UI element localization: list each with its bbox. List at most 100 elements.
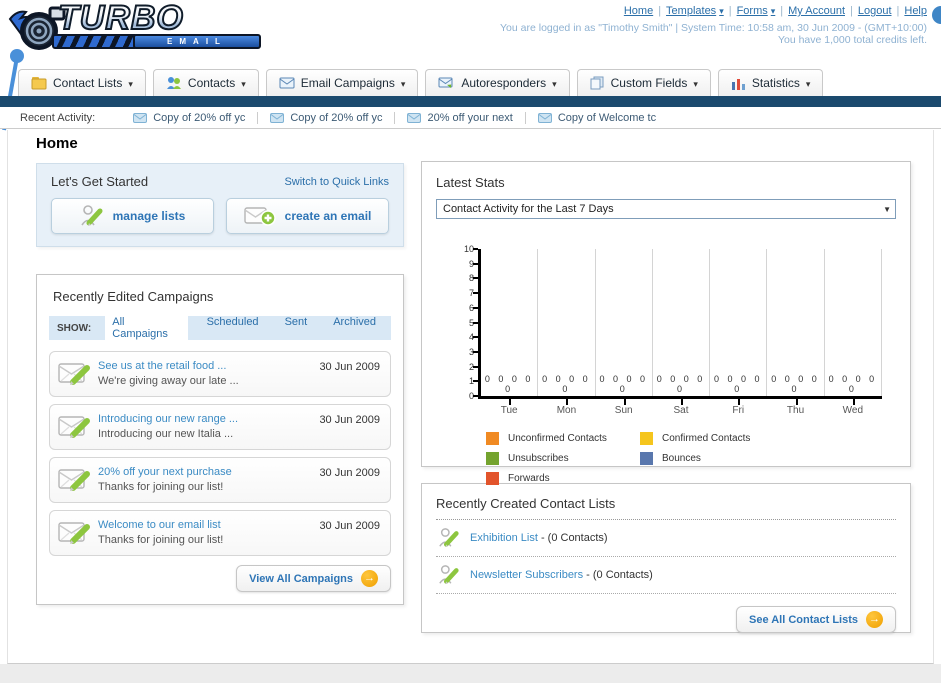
chart-plot: 0 0 0 0 0 Tue 0 0 0 0 0 Mon 0 0 0 0 0 Sun 0 0 … [481,249,882,416]
main-content: Home Let's Get Started Switch to Quick L… [7,130,934,664]
chevron-down-icon [693,76,698,90]
top-link-forms[interactable]: Forms [737,5,776,17]
tab-statistics[interactable]: Statistics [717,69,824,96]
chart-day-group: 0 0 0 0 0 Sun [596,249,653,416]
y-tick-label: 8 [468,273,474,284]
campaign-card[interactable]: Welcome to our email list Thanks for joi… [49,510,391,556]
person-pencil-icon [439,528,459,548]
y-tick-mark [473,350,478,353]
campaign-filter[interactable]: Scheduled [200,313,266,343]
y-tick-label: 7 [468,288,474,299]
campaign-card[interactable]: 20% off your next purchase Thanks for jo… [49,457,391,503]
y-tick-mark [473,380,478,383]
chart-legend: Unconfirmed Contacts Confirmed Contacts Un… [486,432,896,485]
envelope-pencil-icon [58,465,98,496]
latest-stats-panel: Latest Stats Contact Activity for the La… [421,161,911,485]
tab-contacts[interactable]: Contacts [152,69,259,96]
legend-swatch [640,432,653,445]
envelope-icon [407,112,422,123]
envelope-pencil-icon [58,359,98,390]
top-link-help[interactable]: Help [904,5,927,17]
recent-activity-item[interactable]: Copy of 20% off yc [121,112,257,124]
main-nav: Contact Lists Contacts Email Campaigns A… [18,69,941,96]
chart-day-group: 0 0 0 0 0 Tue [481,249,539,416]
legend-swatch [486,452,499,465]
view-all-campaigns-button[interactable]: View All Campaigns → [236,565,391,592]
campaign-title-link[interactable]: Welcome to our email list [98,519,221,531]
campaign-subtitle: Thanks for joining our list! [98,534,224,546]
switch-quick-links[interactable]: Switch to Quick Links [284,176,389,188]
bar-chart-icon [731,78,745,90]
help-bubble-icon[interactable] [932,6,941,24]
contact-list-item[interactable]: Exhibition List - (0 Contacts) [436,520,896,557]
y-tick-mark [473,248,478,250]
show-label: SHOW: [57,322,92,334]
contact-list-item[interactable]: Newsletter Subscribers - (0 Contacts) [436,557,896,594]
envelope-icon [279,77,295,89]
contact-list-link[interactable]: Exhibition List [470,532,538,544]
campaign-title-link[interactable]: See us at the retail food ... [98,360,226,372]
campaign-card[interactable]: Introducing our new range ... Introducin… [49,404,391,450]
recent-activity-items: Copy of 20% off yc Copy of 20% off yc 20… [121,111,668,124]
legend-item: Bounces [640,452,794,465]
person-pencil-icon [80,205,103,226]
legend-swatch [486,432,499,445]
x-tick-label: Tue [500,405,518,416]
campaigns-title: Recently Edited Campaigns [53,289,214,304]
campaign-title-link[interactable]: Introducing our new range ... [98,413,238,425]
y-tick-label: 2 [468,361,474,372]
campaign-subtitle: We're giving away our late ... [98,375,239,387]
y-tick-mark [473,262,478,265]
recent-activity-item[interactable]: Copy of Welcome tc [524,111,668,124]
top-nav-links: Home|Templates|Forms|My Account|Logout|H… [624,5,927,17]
contact-list-link[interactable]: Newsletter Subscribers [470,569,583,581]
campaign-subtitle: Introducing our new Italia ... [98,428,234,440]
legend-swatch [640,452,653,465]
top-link-my-account[interactable]: My Account [788,5,845,17]
x-tick-label: Fri [732,405,745,416]
legend-label: Forwards [508,473,550,484]
see-all-contact-lists-button[interactable]: See All Contact Lists → [735,606,896,633]
chevron-down-icon [401,76,406,90]
legend-item: Forwards [486,472,640,485]
bar-value-labels: 0 0 0 0 0 [484,374,534,394]
top-link-templates[interactable]: Templates [666,5,724,17]
bar-value-labels: 0 0 0 0 0 [599,374,648,394]
autoresponder-icon [438,77,453,88]
create-email-button[interactable]: create an email [226,198,389,234]
top-link-home[interactable]: Home [624,5,653,17]
x-tick-label: Thu [786,405,805,416]
bar-value-labels: 0 0 0 0 0 [828,374,878,394]
tab-contact-lists[interactable]: Contact Lists [18,69,146,96]
person-pencil-icon [439,565,459,585]
campaign-filter[interactable]: All Campaigns [105,313,188,343]
page: TURBO EMAIL Home|Templates|Forms|My Acco… [0,0,941,683]
chart-day-group: 0 0 0 0 0 Sat [653,249,711,416]
contact-list-count: - (0 Contacts) [586,569,653,581]
campaign-title-link[interactable]: 20% off your next purchase [98,466,232,478]
campaign-card[interactable]: See us at the retail food ... We're givi… [49,351,391,397]
top-link-logout[interactable]: Logout [858,5,892,17]
tab-custom-fields[interactable]: Custom Fields [576,69,711,96]
latest-stats-title: Latest Stats [436,175,505,190]
manage-lists-button[interactable]: manage lists [51,198,214,234]
tab-autoresponders[interactable]: Autoresponders [425,69,570,96]
campaign-filter[interactable]: Sent [278,313,315,343]
page-title: Home [36,135,78,152]
header: TURBO EMAIL Home|Templates|Forms|My Acco… [0,0,941,131]
y-tick-mark [473,336,478,339]
navy-divider-bar [0,96,941,107]
tab-email-campaigns[interactable]: Email Campaigns [265,69,419,96]
campaign-date: 30 Jun 2009 [319,361,380,373]
legend-label: Unconfirmed Contacts [508,433,607,444]
x-tick-label: Sun [614,405,633,416]
recent-activity-item[interactable]: 20% off your next [394,111,524,124]
legend-label: Bounces [662,453,701,464]
campaign-filter[interactable]: Archived [326,313,383,343]
contact-lists: Exhibition List - (0 Contacts) Newslette… [436,520,896,594]
envelope-icon [133,112,148,123]
stats-period-dropdown[interactable]: Contact Activity for the Last 7 Days ▼ [436,199,896,219]
y-tick-mark [473,321,478,324]
recent-activity-item[interactable]: Copy of 20% off yc [257,111,394,124]
bar-value-labels: 0 0 0 0 0 [771,374,820,394]
